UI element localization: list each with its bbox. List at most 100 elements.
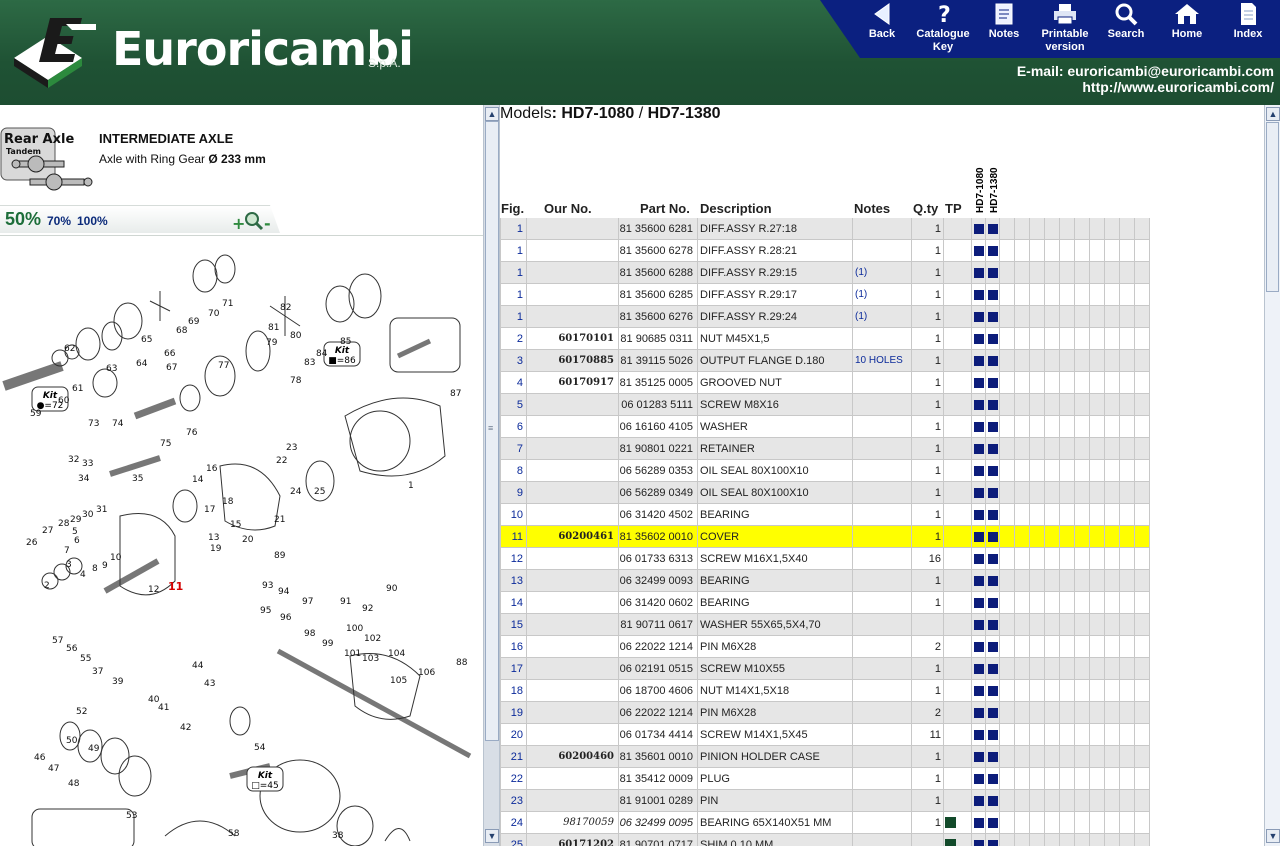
row-notes-cell[interactable] bbox=[853, 504, 912, 526]
diagram-callout[interactable]: 87 bbox=[450, 389, 461, 399]
diagram-callout[interactable]: 10 bbox=[110, 553, 122, 563]
diagram-callout[interactable]: 19 bbox=[210, 544, 222, 554]
diagram-callout[interactable]: 106 bbox=[418, 668, 435, 678]
diagram-callout[interactable]: 15 bbox=[230, 520, 241, 530]
nav-printable[interactable]: Printable version bbox=[1034, 2, 1096, 54]
row-fig-cell[interactable]: 1 bbox=[500, 218, 527, 240]
diagram-callout[interactable]: 85 bbox=[340, 337, 351, 347]
row-notes-cell[interactable] bbox=[853, 548, 912, 570]
row-notes-cell[interactable]: (1) bbox=[853, 262, 912, 284]
table-row[interactable]: 24 98170059 06 32499 0095 BEARING 65X140X51… bbox=[500, 812, 1150, 834]
diagram-callout[interactable]: 79 bbox=[266, 338, 278, 348]
diagram-callout[interactable]: 35 bbox=[132, 474, 143, 484]
table-row[interactable]: 13 06 32499 0093 BEARING 1 bbox=[500, 570, 1150, 592]
diagram-callout[interactable]: 98 bbox=[304, 629, 316, 639]
diagram-callout[interactable]: 7 bbox=[64, 546, 70, 556]
diagram-callout[interactable]: 25 bbox=[314, 487, 325, 497]
table-row[interactable]: 16 06 22022 1214 PIN M6X28 2 bbox=[500, 636, 1150, 658]
diagram-callout[interactable]: 1 bbox=[408, 481, 414, 491]
diagram-callout[interactable]: 30 bbox=[82, 510, 94, 520]
diagram-callout[interactable]: 77 bbox=[218, 361, 229, 371]
diagram-callout[interactable]: 38 bbox=[332, 831, 344, 841]
diagram-callout[interactable]: 89 bbox=[274, 551, 286, 561]
row-notes-cell[interactable] bbox=[853, 614, 912, 636]
table-row[interactable]: 15 81 90711 0617 WASHER 55X65,5X4,70 bbox=[500, 614, 1150, 636]
table-row[interactable]: 23 81 91001 0289 PIN 1 bbox=[500, 790, 1150, 812]
diagram-callout[interactable]: 8 bbox=[92, 564, 98, 574]
row-fig-cell[interactable]: 9 bbox=[500, 482, 527, 504]
diagram-callout[interactable]: 58 bbox=[228, 829, 240, 839]
diagram-callout[interactable]: 78 bbox=[290, 376, 302, 386]
diagram-callout[interactable]: 20 bbox=[242, 535, 254, 545]
diagram-callout[interactable]: 74 bbox=[112, 419, 124, 429]
row-notes-cell[interactable] bbox=[853, 680, 912, 702]
diagram-callout[interactable]: 23 bbox=[286, 443, 297, 453]
row-notes-cell[interactable] bbox=[853, 724, 912, 746]
row-notes-cell[interactable] bbox=[853, 240, 912, 262]
diagram-callout[interactable]: 2 bbox=[44, 581, 50, 591]
right-scrollbar[interactable]: ▲ ▼ bbox=[1264, 105, 1280, 846]
diagram-callout[interactable]: 61 bbox=[72, 384, 83, 394]
row-notes-cell[interactable] bbox=[853, 526, 912, 548]
nav-index[interactable]: Index bbox=[1217, 2, 1279, 41]
row-notes-cell[interactable] bbox=[853, 746, 912, 768]
row-fig-cell[interactable]: 10 bbox=[500, 504, 527, 526]
zoom-100[interactable]: 100% bbox=[77, 214, 108, 228]
table-row[interactable]: 9 06 56289 0349 OIL SEAL 80X100X10 1 bbox=[500, 482, 1150, 504]
diagram-callout[interactable]: 96 bbox=[280, 613, 292, 623]
row-fig-cell[interactable]: 4 bbox=[500, 372, 527, 394]
diagram-callout[interactable]: 90 bbox=[386, 584, 398, 594]
diagram-callout[interactable]: 64 bbox=[136, 359, 148, 369]
table-row[interactable]: 14 06 31420 0602 BEARING 1 bbox=[500, 592, 1150, 614]
diagram-callout[interactable]: 13 bbox=[208, 533, 219, 543]
table-row[interactable]: 1 81 35600 6281 DIFF.ASSY R.27:18 1 bbox=[500, 218, 1150, 240]
diagram-callout[interactable]: 21 bbox=[274, 515, 285, 525]
diagram-callout[interactable]: 22 bbox=[276, 456, 287, 466]
diagram-callout[interactable]: 63 bbox=[106, 364, 117, 374]
row-fig-cell[interactable]: 24 bbox=[500, 812, 527, 834]
row-notes-cell[interactable]: (1) bbox=[853, 284, 912, 306]
row-notes-cell[interactable] bbox=[853, 702, 912, 724]
row-fig-cell[interactable]: 18 bbox=[500, 680, 527, 702]
diagram-callout[interactable]: 94 bbox=[278, 587, 290, 597]
table-row[interactable]: 17 06 02191 0515 SCREW M10X55 1 bbox=[500, 658, 1150, 680]
diagram-callout[interactable]: 47 bbox=[48, 764, 59, 774]
diagram-callout[interactable]: 99 bbox=[322, 639, 334, 649]
diagram-callout[interactable]: 65 bbox=[141, 335, 152, 345]
row-notes-cell[interactable] bbox=[853, 328, 912, 350]
row-fig-cell[interactable]: 7 bbox=[500, 438, 527, 460]
row-notes-cell[interactable] bbox=[853, 394, 912, 416]
row-notes-cell[interactable] bbox=[853, 768, 912, 790]
row-fig-cell[interactable]: 21 bbox=[500, 746, 527, 768]
nav-search[interactable]: Search bbox=[1095, 2, 1157, 41]
row-fig-cell[interactable]: 1 bbox=[500, 284, 527, 306]
diagram-callout[interactable]: 4 bbox=[80, 570, 86, 580]
diagram-callout[interactable]: 103 bbox=[362, 654, 379, 664]
diagram-callout[interactable]: 82 bbox=[280, 303, 291, 313]
row-notes-cell[interactable] bbox=[853, 372, 912, 394]
diagram-callout[interactable]: 68 bbox=[176, 326, 188, 336]
diagram-callout[interactable]: 104 bbox=[388, 649, 405, 659]
diagram-callout[interactable]: 50 bbox=[66, 736, 78, 746]
row-notes-cell[interactable] bbox=[853, 812, 912, 834]
diagram-callout[interactable]: 28 bbox=[58, 519, 70, 529]
diagram-callout[interactable]: 88 bbox=[456, 658, 468, 668]
nav-notes[interactable]: Notes bbox=[973, 2, 1035, 41]
right-scroll-up-button[interactable]: ▲ bbox=[1266, 107, 1280, 121]
table-row[interactable]: 25 60171202 81 90701 0717 SHIM 0,10 MM bbox=[500, 834, 1150, 846]
diagram-callout[interactable]: 44 bbox=[192, 661, 204, 671]
diagram-callout[interactable]: 3 bbox=[66, 560, 72, 570]
diagram-callout[interactable]: 60 bbox=[58, 396, 70, 406]
diagram-callout[interactable]: 100 bbox=[346, 624, 363, 634]
nav-back[interactable]: Back bbox=[851, 2, 913, 41]
diagram-callout[interactable]: 34 bbox=[78, 474, 90, 484]
table-row[interactable]: 1 81 35600 6288 DIFF.ASSY R.29:15 (1) 1 bbox=[500, 262, 1150, 284]
right-scroll-down-button[interactable]: ▼ bbox=[1266, 829, 1280, 843]
diagram-callout[interactable]: 59 bbox=[30, 409, 42, 419]
diagram-callout[interactable]: 54 bbox=[254, 743, 266, 753]
diagram-callout[interactable]: 80 bbox=[290, 331, 302, 341]
diagram-callout[interactable]: 70 bbox=[208, 309, 220, 319]
diagram-callout[interactable]: 49 bbox=[88, 744, 100, 754]
diagram-callout[interactable]: 67 bbox=[166, 363, 177, 373]
row-notes-cell[interactable] bbox=[853, 416, 912, 438]
